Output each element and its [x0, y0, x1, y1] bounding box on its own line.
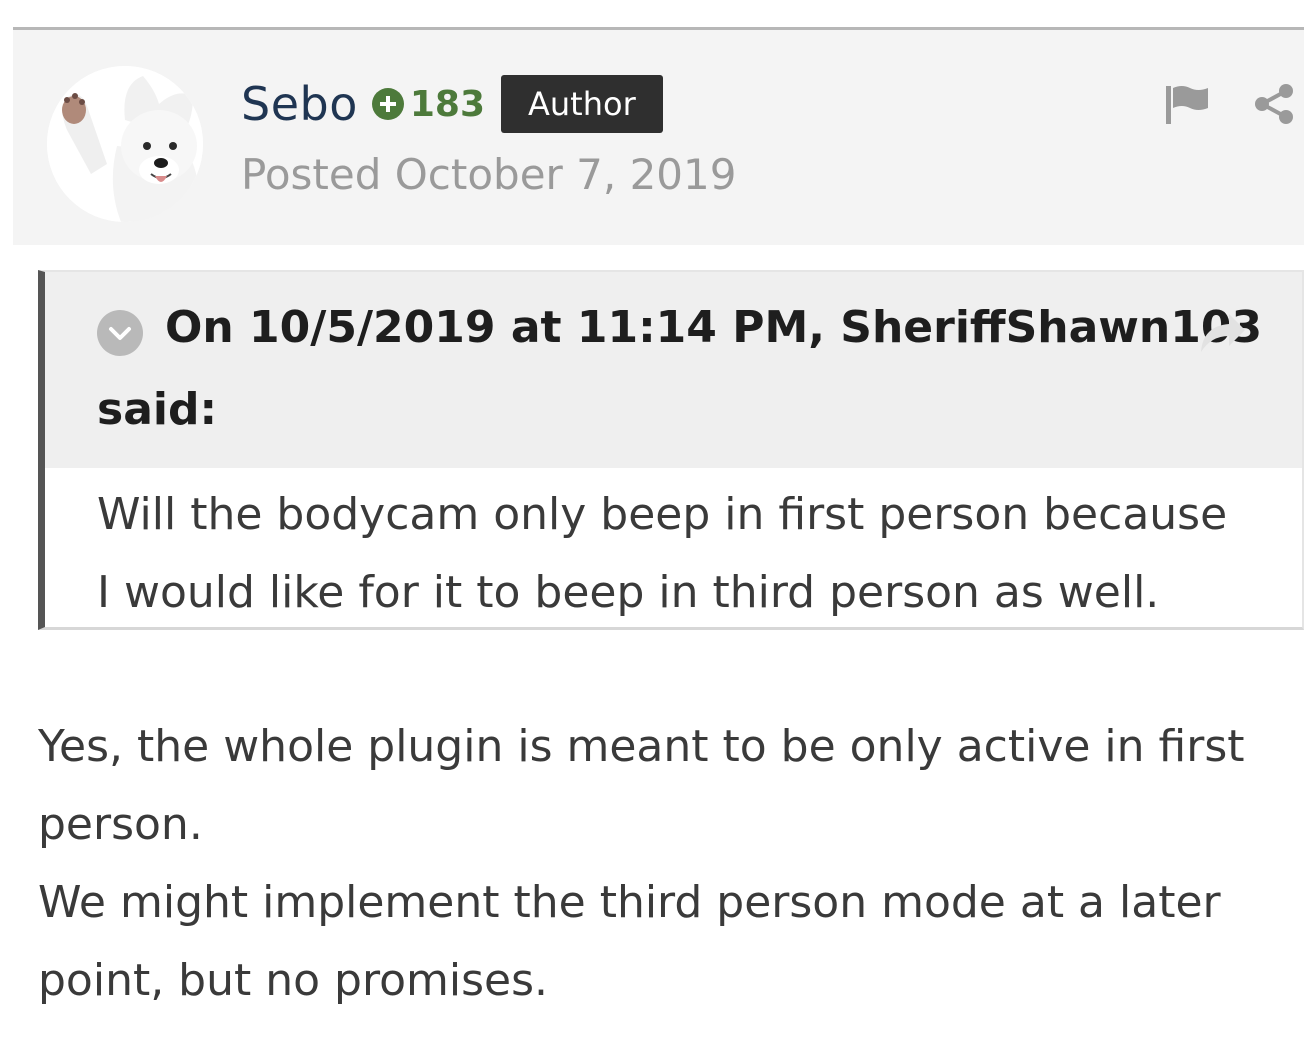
post-line: person.	[38, 799, 203, 850]
plus-icon	[371, 88, 404, 120]
quote-block: On 10/5/2019 at 11:14 PM, SheriffShawn10…	[38, 270, 1304, 630]
quote-content: Will the bodycam only beep in first pers…	[97, 476, 1277, 632]
reply-arrow-icon[interactable]	[1197, 310, 1247, 356]
quote-toggle-button[interactable]	[97, 310, 143, 356]
post-header: Sebo 183 Author Posted October 7, 2019	[13, 27, 1304, 245]
post-content: Yes, the whole plugin is meant to be onl…	[38, 708, 1278, 1020]
posted-date: Posted October 7, 2019	[241, 150, 737, 199]
flag-icon[interactable]	[1164, 82, 1212, 126]
post-paragraph: Yes, the whole plugin is meant to be onl…	[38, 708, 1278, 864]
author-line: Sebo 183 Author	[241, 74, 663, 134]
post-line: point, but no promises.	[38, 955, 548, 1006]
quote-citation-header: On 10/5/2019 at 11:14 PM, SheriffShawn10…	[165, 302, 1263, 353]
reputation-count: 183	[409, 83, 485, 125]
author-role-badge: Author	[501, 75, 663, 133]
samoyed-dog-avatar	[47, 66, 203, 222]
author-name-link[interactable]: Sebo	[241, 77, 358, 131]
post-line: Yes, the whole plugin is meant to be onl…	[38, 721, 1245, 772]
quote-citation-said: said:	[97, 384, 218, 435]
post-actions	[1164, 82, 1296, 126]
quote-line: Will the bodycam only beep in first pers…	[97, 489, 1228, 540]
quote-line: I would like for it to beep in third per…	[97, 567, 1160, 618]
post-paragraph: We might implement the third person mode…	[38, 864, 1278, 1020]
forum-post: Sebo 183 Author Posted October 7, 2019 O…	[0, 0, 1304, 1059]
reputation-badge[interactable]: 183	[371, 83, 485, 125]
post-line: We might implement the third person mode…	[38, 877, 1221, 928]
avatar[interactable]	[47, 66, 203, 222]
share-icon[interactable]	[1252, 82, 1296, 126]
quote-citation: On 10/5/2019 at 11:14 PM, SheriffShawn10…	[45, 272, 1302, 468]
chevron-down-icon	[109, 327, 131, 340]
